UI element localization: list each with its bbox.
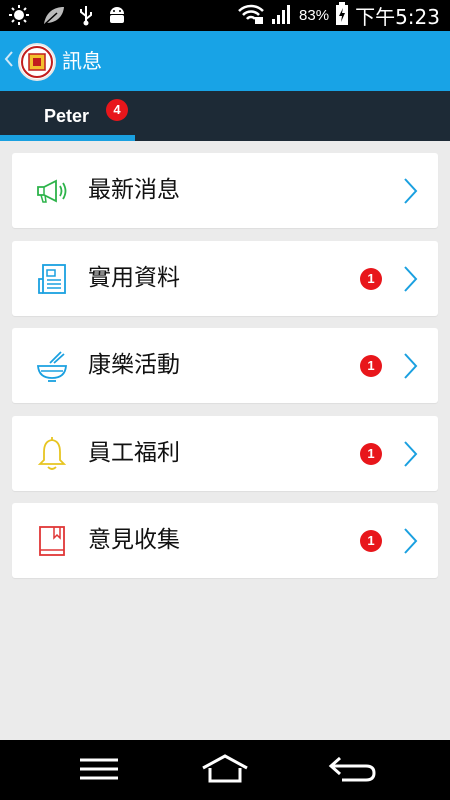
megaphone-icon bbox=[34, 173, 70, 209]
status-left-icons bbox=[8, 4, 128, 30]
battery-charging-icon bbox=[335, 1, 349, 30]
message-category-list: 最新消息 實用資料 1 康樂活動 1 員工福利 1 意見收集 1 bbox=[12, 153, 438, 591]
chevron-left-icon bbox=[4, 51, 13, 67]
battery-percent: 83% bbox=[299, 7, 330, 24]
clock: 下午5:23 bbox=[355, 5, 440, 29]
list-item-staff-benefits[interactable]: 員工福利 1 bbox=[12, 415, 438, 491]
document-icon bbox=[34, 261, 70, 297]
usb-icon bbox=[78, 4, 94, 30]
chevron-right-icon bbox=[402, 177, 418, 209]
status-bar: 83% 下午5:23 bbox=[0, 0, 450, 31]
unread-badge: 1 bbox=[360, 355, 382, 377]
status-right-icons: 83% 下午5:23 bbox=[237, 0, 440, 31]
app-logo bbox=[18, 43, 56, 81]
android-icon bbox=[106, 4, 128, 30]
bowl-icon bbox=[34, 348, 70, 384]
back-icon[interactable] bbox=[328, 754, 376, 788]
chevron-right-icon bbox=[402, 527, 418, 559]
chevron-right-icon bbox=[402, 352, 418, 384]
list-item-label: 康樂活動 bbox=[88, 352, 180, 378]
tab-indicator bbox=[0, 135, 135, 141]
list-item-feedback[interactable]: 意見收集 1 bbox=[12, 503, 438, 578]
unread-badge: 1 bbox=[360, 267, 382, 290]
list-item-label: 員工福利 bbox=[88, 439, 180, 466]
tab-bar: Peter 4 bbox=[0, 91, 450, 141]
list-item-label: 意見收集 bbox=[88, 527, 180, 553]
system-nav-bar bbox=[0, 740, 450, 800]
bell-icon bbox=[34, 436, 70, 472]
signal-icon bbox=[271, 3, 293, 29]
leaf-icon bbox=[42, 4, 66, 30]
tab-badge: 4 bbox=[106, 99, 128, 121]
back-button[interactable] bbox=[3, 49, 15, 73]
wifi-icon bbox=[237, 3, 265, 29]
menu-icon[interactable] bbox=[78, 754, 120, 788]
list-item-label: 最新消息 bbox=[88, 177, 180, 203]
tab-peter[interactable]: Peter 4 bbox=[0, 91, 135, 141]
brightness-icon bbox=[8, 4, 30, 30]
book-icon bbox=[34, 523, 70, 559]
list-item-label: 實用資料 bbox=[88, 264, 180, 291]
list-item-useful-info[interactable]: 實用資料 1 bbox=[12, 240, 438, 316]
page-title: 訊息 bbox=[62, 49, 102, 73]
unread-badge: 1 bbox=[360, 442, 382, 465]
home-icon[interactable] bbox=[200, 754, 250, 788]
chevron-right-icon bbox=[402, 440, 418, 472]
unread-badge: 1 bbox=[360, 530, 382, 552]
list-item-recreation[interactable]: 康樂活動 1 bbox=[12, 328, 438, 403]
tab-label: Peter bbox=[44, 106, 90, 126]
list-item-latest-news[interactable]: 最新消息 bbox=[12, 153, 438, 228]
chevron-right-icon bbox=[402, 265, 418, 297]
